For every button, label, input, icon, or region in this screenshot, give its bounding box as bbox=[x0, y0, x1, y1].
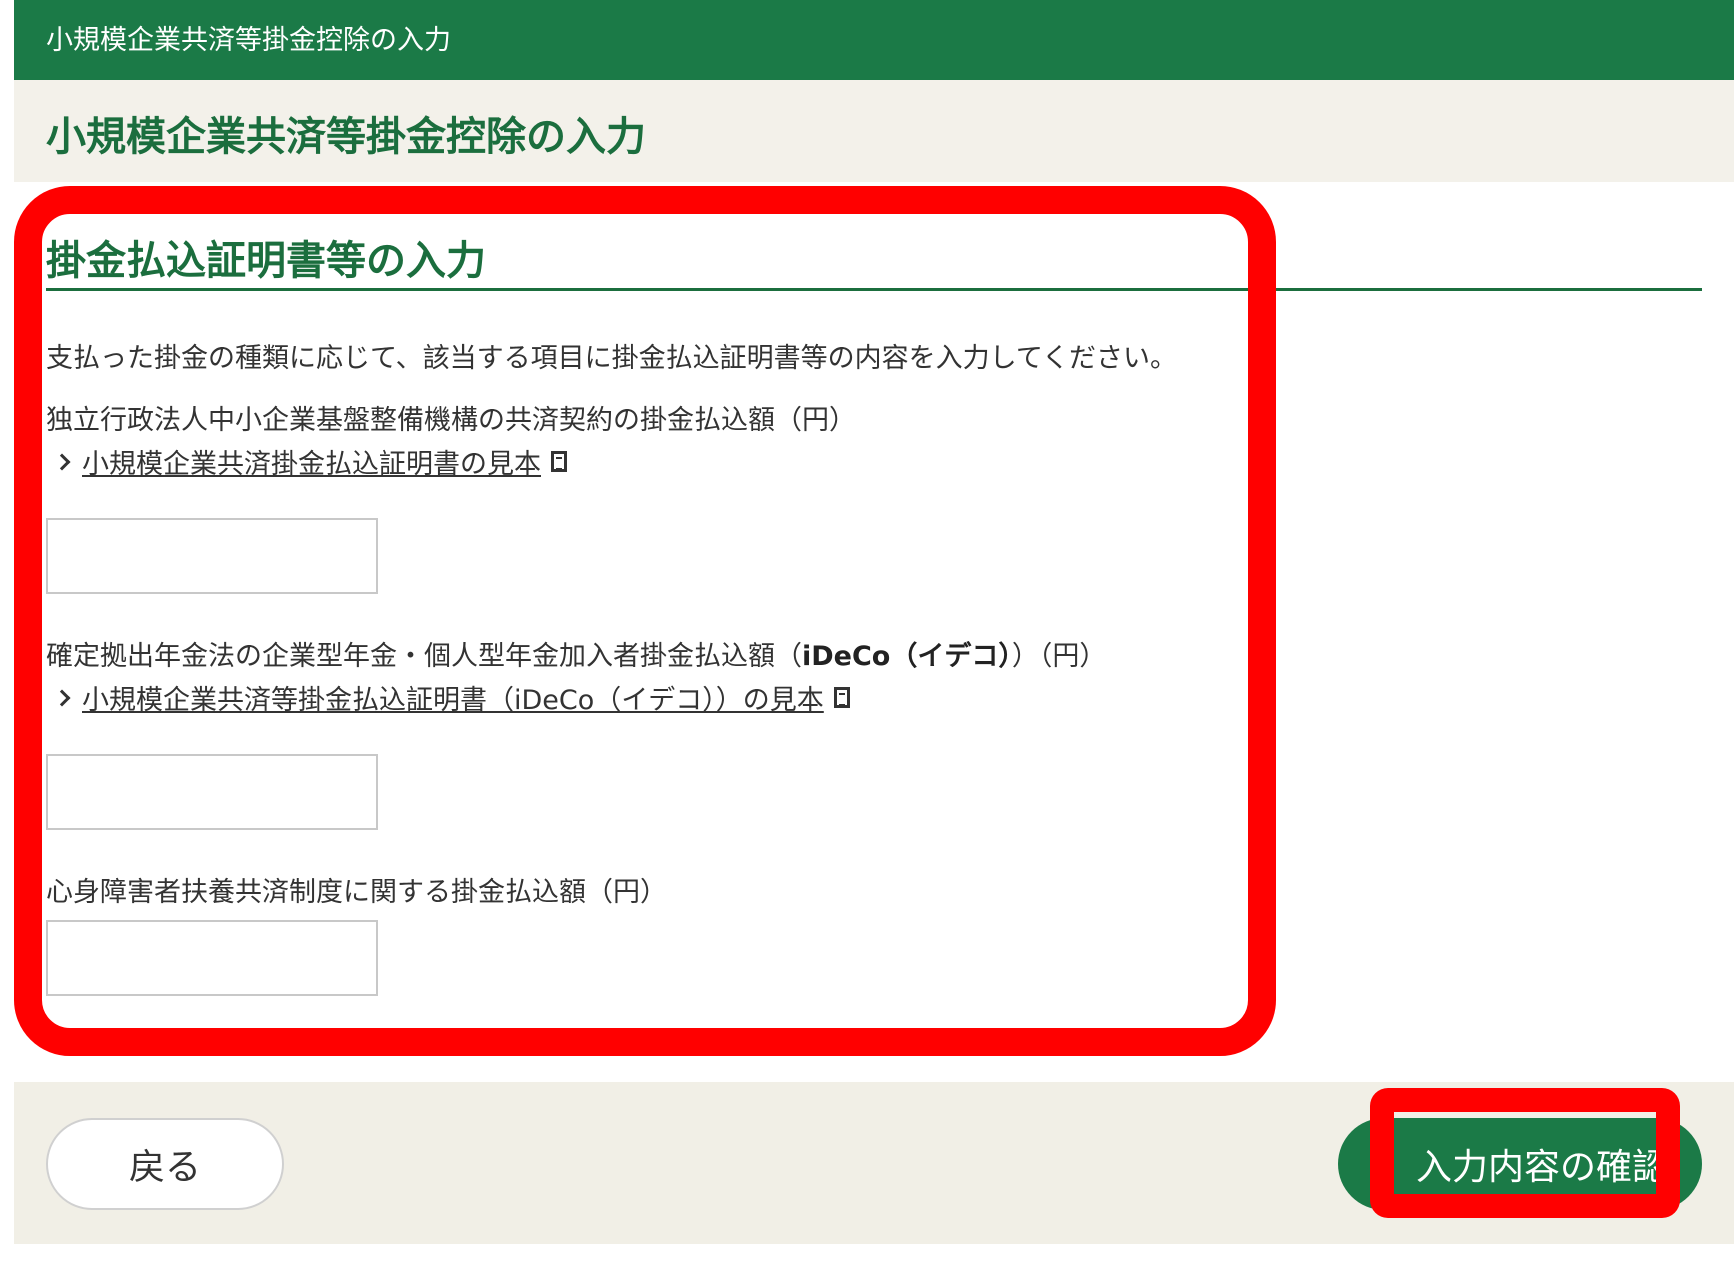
topbar-title: 小規模企業共済等掛金控除の入力 bbox=[46, 25, 451, 56]
sample-link-label: 小規模企業共済掛金払込証明書の見本 bbox=[82, 449, 541, 480]
field-label-ideco: 確定拠出年金法の企業型年金・個人型年金加入者掛金払込額（iDeCo（イデコ））（… bbox=[46, 634, 1106, 673]
chevron-right-icon bbox=[53, 453, 71, 470]
section-divider bbox=[46, 288, 1702, 291]
document-icon bbox=[551, 451, 567, 472]
top-bar: 小規模企業共済等掛金控除の入力 bbox=[14, 0, 1734, 80]
page-title: 小規模企業共済等掛金控除の入力 bbox=[46, 114, 646, 160]
ideco-amount-input[interactable] bbox=[46, 754, 378, 830]
smb-mutual-aid-amount-input[interactable] bbox=[46, 518, 378, 594]
chevron-right-icon bbox=[53, 689, 71, 706]
field-label-ideco-prefix: 確定拠出年金法の企業型年金・個人型年金加入者掛金払込額（ bbox=[46, 641, 802, 672]
footer-bar: 戻る 入力内容の確認 bbox=[14, 1082, 1734, 1244]
disability-aid-amount-input[interactable] bbox=[46, 920, 378, 996]
instruction-text: 支払った掛金の種類に応じて、該当する項目に掛金払込証明書等の内容を入力してくださ… bbox=[46, 343, 1178, 374]
sample-link-smb-certificate[interactable]: 小規模企業共済掛金払込証明書の見本 bbox=[53, 442, 567, 481]
sample-link-ideco-certificate[interactable]: 小規模企業共済等掛金払込証明書（iDeCo（イデコ））の見本 bbox=[53, 678, 850, 717]
field-label-ideco-bold: iDeCo（イデコ） bbox=[802, 641, 1012, 672]
field-label-ideco-suffix: ）（円） bbox=[1011, 641, 1107, 672]
section-heading: 掛金払込証明書等の入力 bbox=[46, 238, 486, 284]
back-button[interactable]: 戻る bbox=[46, 1118, 284, 1210]
document-icon bbox=[833, 687, 850, 708]
field-label-smb-mutual-aid: 独立行政法人中小企業基盤整備機構の共済契約の掛金払込額（円） bbox=[46, 405, 856, 436]
page-header: 小規模企業共済等掛金控除の入力 bbox=[14, 80, 1734, 182]
sample-link-label: 小規模企業共済等掛金払込証明書（iDeCo（イデコ））の見本 bbox=[82, 685, 824, 716]
field-label-disability-aid: 心身障害者扶養共済制度に関する掛金払込額（円） bbox=[46, 877, 667, 908]
confirm-input-button[interactable]: 入力内容の確認 bbox=[1338, 1118, 1702, 1210]
